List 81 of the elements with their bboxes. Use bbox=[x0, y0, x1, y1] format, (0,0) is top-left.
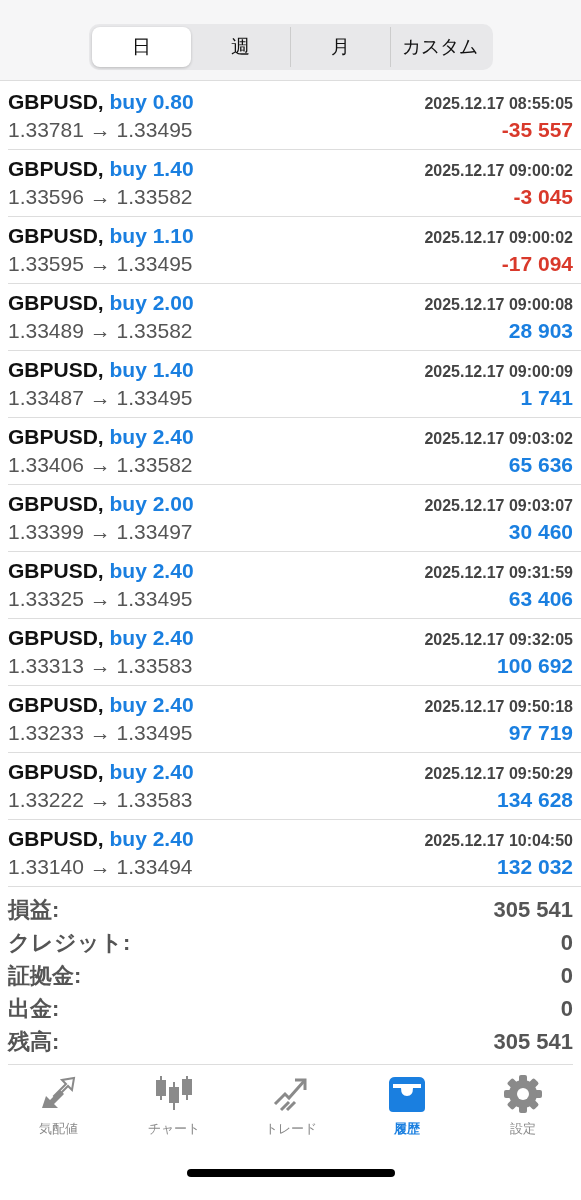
period-tab[interactable]: 週 bbox=[190, 27, 290, 67]
deal-time: 2025.12.17 09:50:29 bbox=[424, 765, 573, 783]
symbol-label: GBPUSD, bbox=[8, 157, 105, 180]
price-range: 1.33487 → 1.33495 bbox=[8, 386, 193, 410]
price-range: 1.33399 → 1.33497 bbox=[8, 520, 193, 544]
deal-time: 2025.12.17 09:03:07 bbox=[424, 497, 573, 515]
summary-label: 証拠金: bbox=[8, 961, 82, 990]
tab-bar-item[interactable]: トレード bbox=[232, 1073, 349, 1145]
symbol-label: GBPUSD, bbox=[8, 358, 105, 381]
period-tab[interactable]: 月 bbox=[289, 27, 390, 67]
summary-value: 305 541 bbox=[493, 896, 573, 923]
price-range: 1.33781 → 1.33495 bbox=[8, 118, 193, 142]
tab-bar-item[interactable]: 気配値 bbox=[0, 1073, 117, 1145]
deal-side-label: buy 2.40 bbox=[109, 760, 194, 783]
profit-value: 63 406 bbox=[508, 587, 573, 611]
profit-value: 97 719 bbox=[508, 721, 573, 745]
deal-side-label: buy 2.40 bbox=[109, 425, 194, 448]
deal-time: 2025.12.17 10:04:50 bbox=[424, 832, 573, 850]
deal-time: 2025.12.17 09:00:09 bbox=[424, 363, 573, 381]
price-range: 1.33222 → 1.33583 bbox=[8, 788, 193, 812]
deal-side-label: buy 2.40 bbox=[109, 626, 194, 649]
deal-side-label: buy 2.00 bbox=[109, 291, 194, 314]
period-tab[interactable]: カスタム bbox=[389, 27, 490, 67]
deal-side-label: buy 2.40 bbox=[109, 827, 194, 850]
deal-time: 2025.12.17 09:50:18 bbox=[424, 698, 573, 716]
price-range: 1.33233 → 1.33495 bbox=[8, 721, 193, 745]
price-range: 1.33489 → 1.33582 bbox=[8, 319, 193, 343]
symbol-label: GBPUSD, bbox=[8, 760, 105, 783]
settings-icon bbox=[502, 1074, 543, 1114]
deal-side-label: buy 1.10 bbox=[109, 224, 194, 247]
price-range: 1.33313 → 1.33583 bbox=[8, 654, 193, 678]
symbol-label: GBPUSD, bbox=[8, 492, 105, 515]
summary-value: 305 541 bbox=[493, 1028, 573, 1055]
symbol-label: GBPUSD, bbox=[8, 425, 105, 448]
symbol-label: GBPUSD, bbox=[8, 693, 105, 716]
deal-time: 2025.12.17 09:32:05 bbox=[424, 631, 573, 649]
profit-value: 134 628 bbox=[497, 788, 573, 812]
deal-time: 2025.12.17 09:00:02 bbox=[424, 162, 573, 180]
tab-bar-item[interactable]: 設定 bbox=[464, 1073, 581, 1145]
tab-bar-item[interactable]: 履歴 bbox=[348, 1073, 465, 1145]
tab-bar-item[interactable]: チャート bbox=[116, 1073, 233, 1145]
deal-side-label: buy 2.40 bbox=[109, 559, 194, 582]
deal-side-label: buy 1.40 bbox=[109, 157, 194, 180]
symbol-label: GBPUSD, bbox=[8, 827, 105, 850]
deal-side-label: buy 1.40 bbox=[109, 358, 194, 381]
symbol-label: GBPUSD, bbox=[8, 224, 105, 247]
summary-label: 残高: bbox=[8, 1027, 60, 1056]
symbol-label: GBPUSD, bbox=[8, 291, 105, 314]
profit-value: 30 460 bbox=[508, 520, 573, 544]
deal-time: 2025.12.17 09:00:08 bbox=[424, 296, 573, 314]
profit-value: 132 032 bbox=[497, 855, 573, 879]
price-range: 1.33325 → 1.33495 bbox=[8, 587, 193, 611]
summary-value: 0 bbox=[560, 995, 573, 1022]
summary-label: クレジット: bbox=[8, 928, 131, 957]
deal-time: 2025.12.17 09:03:02 bbox=[424, 430, 573, 448]
profit-value: -3 045 bbox=[513, 185, 573, 209]
inbox-tray-icon bbox=[386, 1074, 427, 1114]
profit-value: 100 692 bbox=[497, 654, 573, 678]
deal-time: 2025.12.17 08:55:05 bbox=[424, 95, 573, 113]
price-range: 1.33140 → 1.33494 bbox=[8, 855, 193, 879]
symbol-label: GBPUSD, bbox=[8, 626, 105, 649]
summary-value: 0 bbox=[560, 929, 573, 956]
symbol-label: GBPUSD, bbox=[8, 90, 105, 113]
price-range: 1.33596 → 1.33582 bbox=[8, 185, 193, 209]
deal-time: 2025.12.17 09:00:02 bbox=[424, 229, 573, 247]
deal-side-label: buy 2.00 bbox=[109, 492, 194, 515]
deal-side-label: buy 2.40 bbox=[109, 693, 194, 716]
symbol-label: GBPUSD, bbox=[8, 559, 105, 582]
summary-label: 出金: bbox=[8, 994, 60, 1023]
period-tab[interactable]: 日 bbox=[91, 27, 191, 67]
profit-value: -17 094 bbox=[501, 252, 573, 276]
profit-value: 65 636 bbox=[508, 453, 573, 477]
profit-value: -35 557 bbox=[501, 118, 573, 142]
price-range: 1.33406 → 1.33582 bbox=[8, 453, 193, 477]
deal-side-label: buy 0.80 bbox=[109, 90, 194, 113]
profit-value: 1 741 bbox=[520, 386, 573, 410]
price-range: 1.33595 → 1.33495 bbox=[8, 252, 193, 276]
profit-value: 28 903 bbox=[508, 319, 573, 343]
summary-label: 損益: bbox=[8, 895, 60, 924]
deal-time: 2025.12.17 09:31:59 bbox=[424, 564, 573, 582]
summary-value: 0 bbox=[560, 962, 573, 989]
